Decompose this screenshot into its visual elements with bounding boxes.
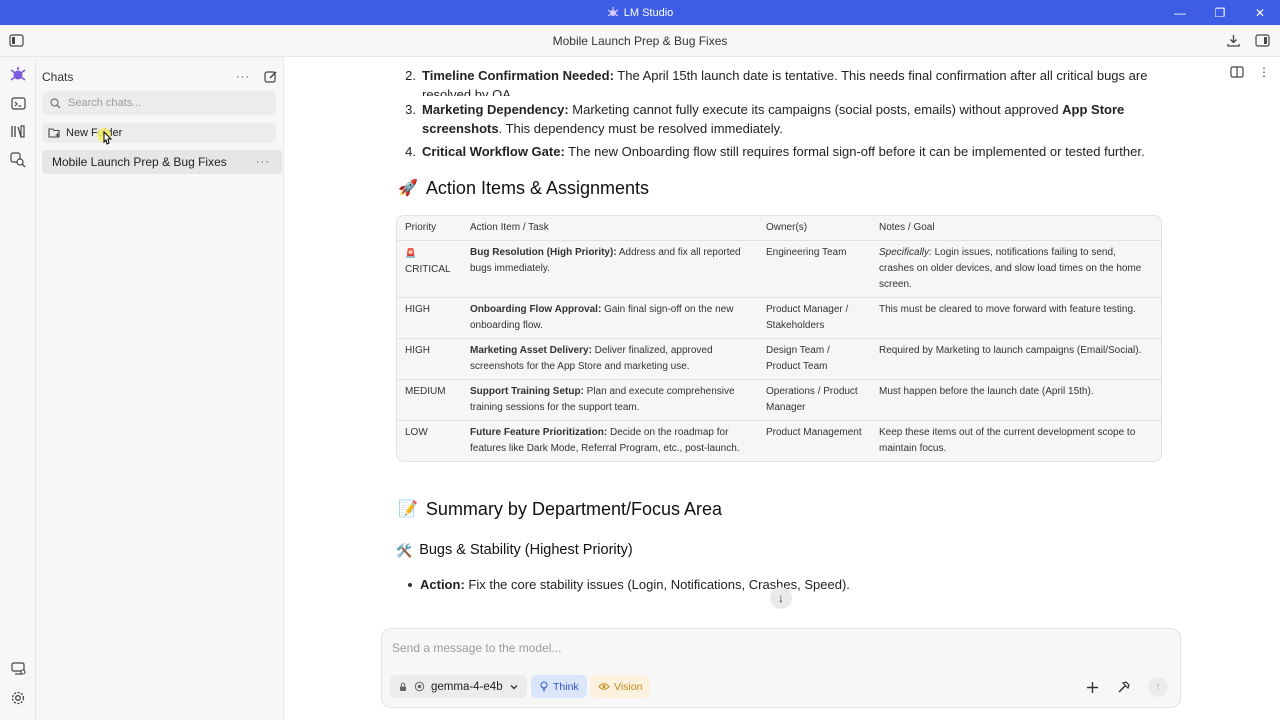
lightbulb-icon (540, 681, 548, 692)
table-row: 🚨 CRITICAL Bug Resolution (High Priority)… (397, 241, 1161, 298)
rocket-icon: 🚀 (398, 180, 418, 197)
discover-search-icon (10, 152, 26, 168)
list-item: 4. Critical Workflow Gate: The new Onboa… (405, 144, 1145, 159)
sidebar-title: Chats (42, 70, 74, 84)
lock-icon (400, 682, 406, 691)
table-header-row: Priority Action Item / Task Owner(s) Not… (397, 216, 1161, 241)
app-title: LM Studio (607, 6, 674, 19)
chat-topbar: Mobile Launch Prep & Bug Fixes (0, 25, 1280, 57)
table-row: HIGH Onboarding Flow Approval: Gain fina… (397, 298, 1161, 339)
action-items-table: Priority Action Item / Task Owner(s) Not… (396, 215, 1162, 462)
think-label: Think (553, 680, 579, 693)
scroll-down-button[interactable]: ↓ (770, 587, 792, 609)
rail-server[interactable] (9, 659, 27, 677)
server-icon (10, 661, 26, 675)
memo-icon: 📝 (398, 501, 418, 518)
tools-hammer-icon[interactable] (1117, 680, 1130, 694)
nav-rail (0, 57, 36, 720)
title-bar: LM Studio — ❐ ✕ (0, 0, 1280, 25)
vision-toggle[interactable]: Vision (590, 675, 651, 698)
mouse-cursor-icon (97, 128, 113, 145)
vision-label: Vision (614, 680, 643, 693)
rail-developer[interactable] (9, 94, 27, 112)
search-input[interactable] (68, 97, 258, 109)
search-icon (50, 97, 61, 108)
send-button[interactable]: ↑ (1148, 677, 1168, 697)
bugs-heading: 🛠️ Bugs & Stability (Highest Priority) (396, 542, 633, 558)
rail-settings[interactable] (9, 689, 27, 707)
lm-studio-logo-icon (607, 6, 619, 16)
rail-models[interactable] (9, 122, 27, 140)
sidebar-header: Chats ··· (42, 67, 278, 87)
table-row: HIGH Marketing Asset Delivery: Deliver f… (397, 339, 1161, 380)
model-selector[interactable]: gemma-4-e4b (390, 675, 527, 698)
new-folder-button[interactable]: New Folder (42, 123, 276, 143)
col-task: Action Item / Task (462, 216, 758, 241)
gear-icon (11, 691, 25, 705)
restore-button[interactable]: ❐ (1200, 0, 1240, 25)
tools-icon: 🛠️ (396, 543, 413, 558)
rail-discover[interactable] (9, 151, 27, 169)
chat-item-more-button[interactable]: ··· (256, 156, 270, 168)
list-item: 2. Timeline Confirmation Needed: The Apr… (405, 68, 1148, 96)
message-composer: gemma-4-e4b Think Vision ↑ (381, 628, 1181, 708)
sidebar-more-button[interactable]: ··· (236, 71, 250, 83)
library-icon (11, 124, 25, 138)
col-owner: Owner(s) (758, 216, 871, 241)
download-icon[interactable] (1226, 33, 1241, 48)
split-view-icon[interactable] (1230, 65, 1244, 79)
summary-heading: 📝 Summary by Department/Focus Area (398, 499, 723, 519)
terminal-icon (10, 96, 26, 110)
col-notes: Notes / Goal (871, 216, 1161, 241)
chevron-down-icon (510, 684, 518, 689)
app-title-text: LM Studio (623, 6, 674, 19)
plus-icon[interactable] (1086, 681, 1099, 694)
eye-icon (598, 683, 610, 690)
chat-title: Mobile Launch Prep & Bug Fixes (552, 33, 728, 48)
think-toggle[interactable]: Think (531, 675, 587, 698)
new-chat-icon[interactable] (264, 70, 278, 84)
col-priority: Priority (397, 216, 462, 241)
chats-sidebar: Chats ··· New Folder Mobile Launch Prep … (36, 57, 284, 720)
minimize-button[interactable]: — (1160, 0, 1200, 25)
model-name: gemma-4-e4b (431, 680, 503, 693)
rail-chat[interactable] (9, 66, 27, 84)
folder-plus-icon (48, 128, 60, 138)
table-row: LOW Future Feature Prioritization: Decid… (405, 427, 1136, 454)
right-panel-icon[interactable] (1255, 33, 1270, 48)
close-window-button[interactable]: ✕ (1240, 0, 1280, 25)
search-chats[interactable] (42, 91, 276, 115)
list-item: 3. Marketing Dependency: Marketing canno… (405, 102, 1125, 136)
siren-icon: 🚨 (405, 248, 417, 258)
action-items-heading: 🚀 Action Items & Assignments (398, 178, 650, 198)
chat-list-item-title: Mobile Launch Prep & Bug Fixes (52, 155, 227, 169)
message-input[interactable] (392, 641, 1152, 661)
assistant-message: 2. Timeline Confirmation Needed: The Apr… (396, 68, 1166, 594)
chat-list-item[interactable]: Mobile Launch Prep & Bug Fixes ··· (42, 150, 282, 174)
chat-mascot-icon (10, 67, 26, 81)
toggle-sidebar-icon[interactable] (9, 33, 24, 48)
message-more-button[interactable]: ⋮ (1258, 65, 1270, 79)
table-row: MEDIUM Support Training Setup: Plan and … (397, 380, 1161, 421)
numbered-list: 2. Timeline Confirmation Needed: The Apr… (396, 66, 1166, 161)
chat-area: ⋮ 2. Timeline Confirmation Needed: The A… (284, 57, 1280, 720)
model-settings-icon (414, 681, 425, 692)
